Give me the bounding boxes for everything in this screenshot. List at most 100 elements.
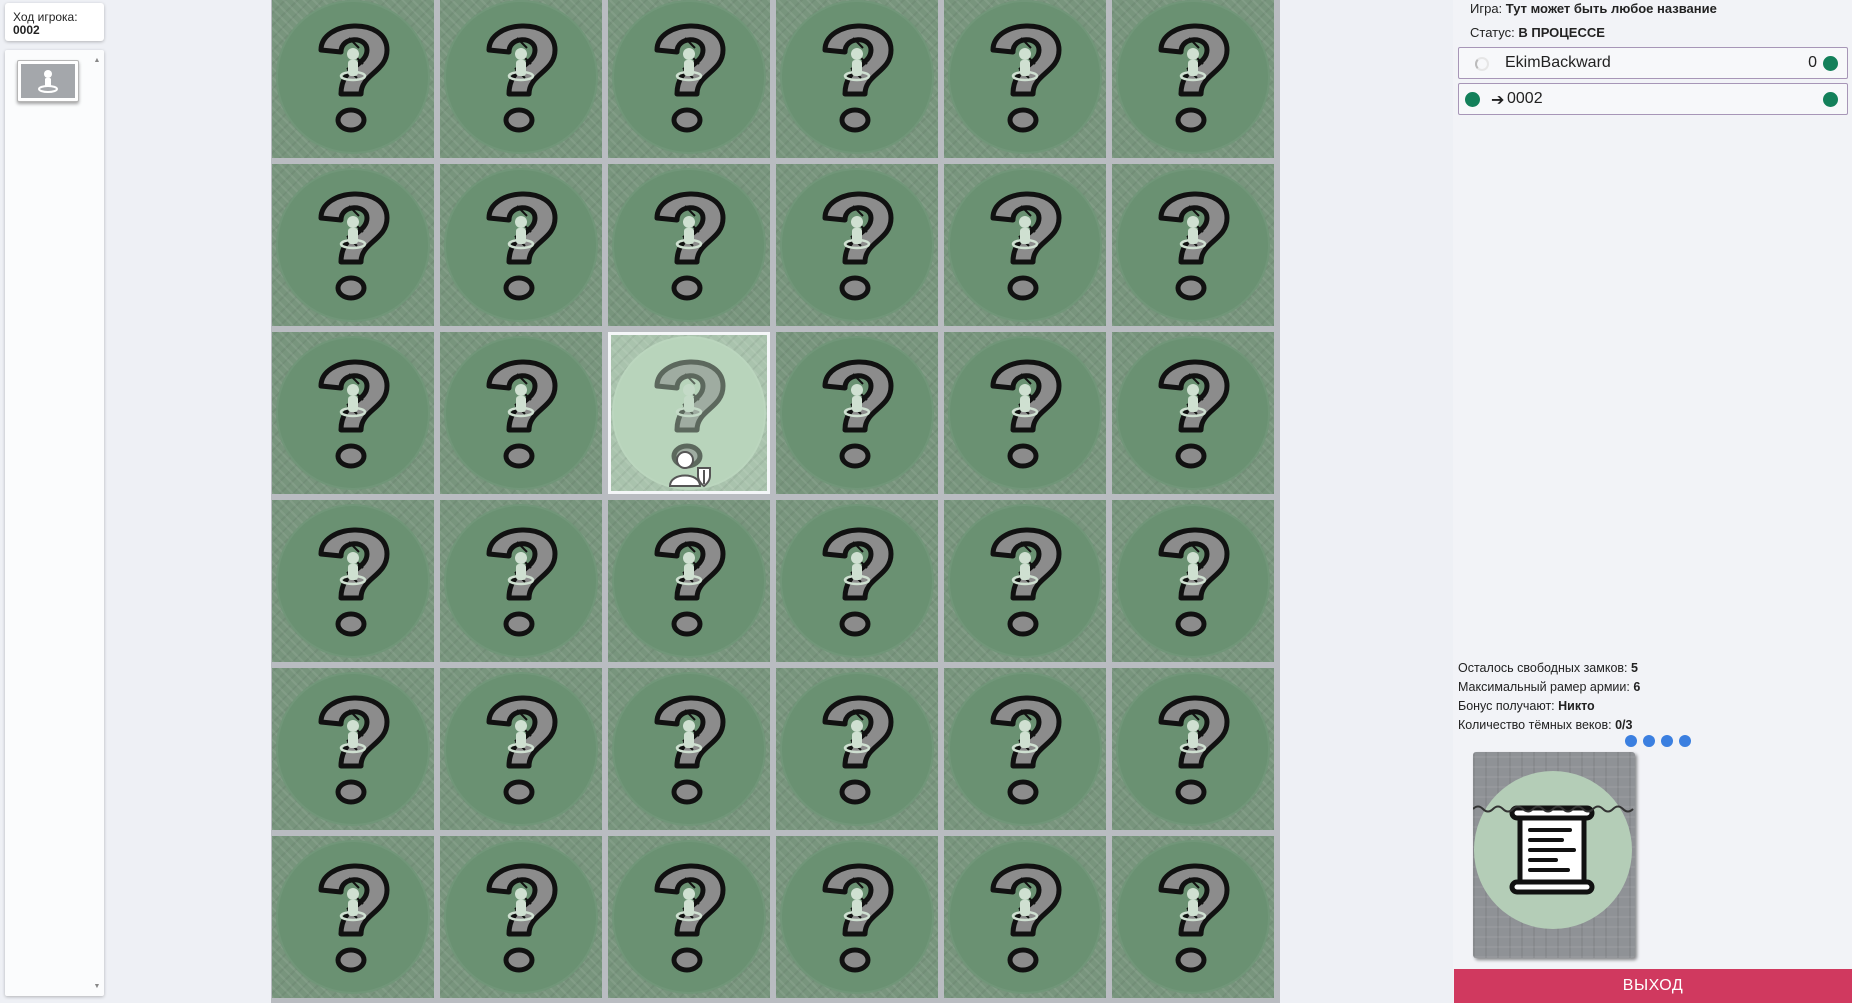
question-mark-icon: [1158, 527, 1230, 637]
stat-value: Никто: [1558, 699, 1595, 713]
question-mark-icon: [486, 863, 558, 973]
stat-bonus: Бонус получают: Никто: [1458, 699, 1595, 713]
question-mark-icon: [990, 695, 1062, 805]
board-tile[interactable]: [944, 836, 1106, 998]
board-tile[interactable]: [776, 668, 938, 830]
dark-age-dot: [1679, 735, 1691, 747]
question-mark-icon: [318, 695, 390, 805]
board-tile[interactable]: [608, 668, 770, 830]
question-mark-icon: [1158, 863, 1230, 973]
board-tile[interactable]: [776, 0, 938, 158]
scroll-icon: [1509, 805, 1595, 895]
board-tile[interactable]: [272, 332, 434, 494]
board-tile[interactable]: [1112, 164, 1274, 326]
game-board: [271, 0, 1280, 1003]
board-tile[interactable]: [1112, 836, 1274, 998]
board-tile[interactable]: [272, 500, 434, 662]
hand-panel[interactable]: ▲ ▼: [5, 50, 104, 996]
board-tile[interactable]: [944, 164, 1106, 326]
question-mark-icon: [654, 527, 726, 637]
exit-button[interactable]: ВЫХОД: [1454, 969, 1852, 1003]
info-panel: Игра: Тут может быть любое название Стат…: [1453, 0, 1852, 1003]
question-mark-icon: [822, 23, 894, 133]
question-mark-icon: [1158, 695, 1230, 805]
board-tile[interactable]: [944, 668, 1106, 830]
board-tile[interactable]: [1112, 500, 1274, 662]
meeple-icon: [38, 70, 58, 93]
player-name: 0002: [1507, 90, 1543, 107]
board-tile[interactable]: [608, 332, 770, 494]
board-tile[interactable]: [608, 0, 770, 158]
player-color-dot: [1465, 92, 1480, 107]
board-tile[interactable]: [272, 836, 434, 998]
board-tile[interactable]: [944, 0, 1106, 158]
board-tile[interactable]: [272, 668, 434, 830]
board-tile[interactable]: [608, 164, 770, 326]
question-mark-icon: [486, 23, 558, 133]
game-status-line: Статус: В ПРОЦЕССЕ: [1470, 25, 1605, 40]
board-tile[interactable]: [776, 164, 938, 326]
question-mark-icon: [318, 191, 390, 301]
board-tile[interactable]: [440, 0, 602, 158]
stat-dark-ages: Количество тёмных веков: 0/3: [1458, 718, 1632, 732]
question-mark-icon: [654, 191, 726, 301]
board-tile[interactable]: [272, 0, 434, 158]
stat-label: Максимальный рамер армии:: [1458, 680, 1634, 694]
board-tile[interactable]: [440, 332, 602, 494]
question-mark-icon: [318, 527, 390, 637]
board-tile[interactable]: [440, 500, 602, 662]
deck-card[interactable]: [1473, 752, 1635, 958]
turn-indicator: Ход игрока: 0002: [5, 3, 104, 41]
loading-spinner-icon: [1475, 57, 1489, 71]
stat-label: Количество тёмных веков:: [1458, 718, 1616, 732]
board-tile[interactable]: [1112, 0, 1274, 158]
question-mark-icon: [990, 191, 1062, 301]
game-name-line: Игра: Тут может быть любое название: [1470, 1, 1717, 16]
board-tile[interactable]: [944, 500, 1106, 662]
scroll-up-icon[interactable]: ▲: [92, 56, 102, 66]
board-tile[interactable]: [776, 332, 938, 494]
board-tile[interactable]: [776, 836, 938, 998]
board-tile[interactable]: [608, 500, 770, 662]
board-tile[interactable]: [608, 836, 770, 998]
board-tile[interactable]: [440, 668, 602, 830]
board-tile[interactable]: [944, 332, 1106, 494]
board-tile[interactable]: [1112, 668, 1274, 830]
board-tile[interactable]: [776, 500, 938, 662]
board-tile[interactable]: [440, 164, 602, 326]
question-mark-icon: [1158, 23, 1230, 133]
stat-value: 5: [1631, 661, 1638, 675]
stat-value: 6: [1633, 680, 1641, 694]
question-mark-icon: [486, 359, 558, 469]
hand-card-meeple[interactable]: [17, 60, 79, 102]
board-grid: [272, 0, 1274, 998]
dark-age-dots: [1625, 735, 1691, 747]
question-mark-icon: [318, 23, 390, 133]
question-mark-icon: [486, 191, 558, 301]
player-row[interactable]: ➔ 0002: [1458, 83, 1848, 115]
question-mark-icon: [1158, 359, 1230, 469]
scroll-down-icon[interactable]: ▼: [92, 982, 102, 992]
question-mark-icon: [822, 359, 894, 469]
question-mark-icon: [318, 863, 390, 973]
player-score: 0: [1808, 54, 1817, 71]
board-tile[interactable]: [272, 164, 434, 326]
question-mark-icon: [822, 191, 894, 301]
dark-age-dot: [1643, 735, 1655, 747]
game-name: Тут может быть любое название: [1505, 1, 1717, 16]
question-mark-icon: [822, 695, 894, 805]
player-row[interactable]: EkimBackward 0: [1458, 47, 1848, 79]
stat-free-castles: Осталось свободных замков: 5: [1458, 661, 1638, 675]
board-tile[interactable]: [440, 836, 602, 998]
board-tile[interactable]: [1112, 332, 1274, 494]
current-player-arrow-icon: ➔: [1491, 92, 1505, 109]
question-mark-icon: [990, 23, 1062, 133]
turn-player: 0002: [13, 23, 40, 37]
card-border-pattern: [1473, 805, 1634, 813]
question-mark-icon: [486, 527, 558, 637]
question-mark-icon: [990, 527, 1062, 637]
stat-label: Осталось свободных замков:: [1458, 661, 1631, 675]
stat-label: Бонус получают:: [1458, 699, 1559, 713]
question-mark-icon: [654, 863, 726, 973]
player-status-dot: [1823, 56, 1838, 71]
